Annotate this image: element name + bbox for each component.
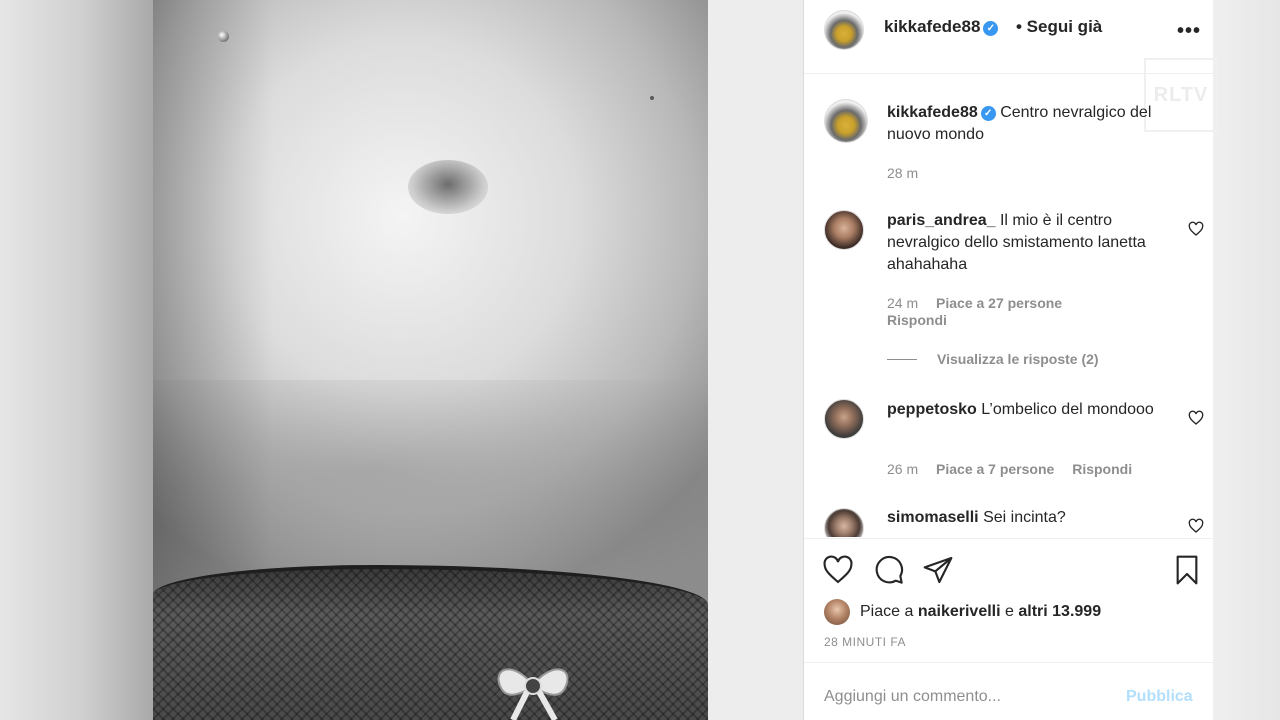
lace-fabric bbox=[153, 565, 708, 720]
add-comment-bar: Aggiungi un commento... Pubblica bbox=[804, 662, 1214, 720]
comment: paris_andrea_ Il mio è il centro nevralg… bbox=[887, 210, 1187, 276]
caption: kikkafede88 ✓ Centro nevralgico del nuovo… bbox=[887, 102, 1187, 146]
author-username[interactable]: kikkafede88 bbox=[884, 17, 980, 36]
comment-icon[interactable] bbox=[873, 554, 905, 586]
caption-username[interactable]: kikkafede88 bbox=[887, 104, 978, 121]
comment: peppetosko L’ombelico del mondooo bbox=[887, 399, 1187, 421]
paper-plane-icon[interactable] bbox=[922, 554, 954, 586]
ellipsis-icon[interactable]: ••• bbox=[1177, 20, 1201, 43]
likes-prefix: Piace a bbox=[860, 603, 914, 620]
replies-divider bbox=[887, 358, 917, 360]
post-time-ago[interactable]: 28 MINUTI FA bbox=[824, 635, 906, 649]
post-sidebar: kikkafede88 ✓ • Segui già ••• RLTV kikkaf… bbox=[803, 0, 1218, 720]
comment-time[interactable]: 24 m bbox=[887, 295, 918, 311]
comment-username[interactable]: peppetosko bbox=[887, 401, 977, 418]
publish-button[interactable]: Pubblica bbox=[1126, 688, 1193, 706]
lace-bow bbox=[497, 668, 569, 720]
comment-username[interactable]: simomaselli bbox=[887, 509, 979, 526]
liker-username[interactable]: naikerivelli bbox=[918, 603, 1001, 621]
caption-avatar[interactable] bbox=[824, 99, 868, 143]
caption-time[interactable]: 28 m bbox=[887, 165, 918, 181]
post-photo bbox=[153, 0, 708, 720]
comment-reply-button[interactable]: Rispondi bbox=[1072, 461, 1132, 477]
comment-like-heart-icon[interactable] bbox=[1188, 518, 1204, 534]
comment-meta: 24 m Piace a 27 persone bbox=[887, 295, 1187, 311]
blurred-backdrop-left bbox=[0, 0, 153, 720]
comment-username[interactable]: paris_andrea_ bbox=[887, 212, 996, 229]
action-bar: Piace a naikerivelli e altri 13.999 28 M… bbox=[804, 538, 1214, 662]
comment-text: L’ombelico del mondooo bbox=[981, 401, 1154, 418]
commenter-avatar[interactable] bbox=[824, 508, 864, 537]
blurred-backdrop-right bbox=[1213, 0, 1280, 720]
add-comment-input[interactable]: Aggiungi un commento... bbox=[824, 688, 1001, 706]
caption-meta: 28 m bbox=[887, 165, 932, 181]
view-replies[interactable]: Visualizza le risposte (2) bbox=[887, 351, 1099, 367]
verified-badge-icon: ✓ bbox=[980, 106, 996, 121]
bookmark-icon[interactable] bbox=[1171, 554, 1203, 586]
comment-text: Sei incinta? bbox=[983, 509, 1066, 526]
comment-reply-wrap: Rispondi bbox=[887, 312, 961, 328]
commenter-avatar[interactable] bbox=[824, 399, 864, 439]
comment-clip: simomaselli Sei incinta? bbox=[804, 500, 1214, 537]
comment-likes[interactable]: Piace a 27 persone bbox=[936, 295, 1062, 311]
piercing bbox=[218, 31, 229, 42]
comment-time[interactable]: 26 m bbox=[887, 461, 918, 477]
likes-middle: e bbox=[1005, 603, 1014, 620]
likes-others[interactable]: altri 13.999 bbox=[1018, 603, 1101, 621]
comment: simomaselli Sei incinta? bbox=[887, 507, 1187, 529]
comment-reply-button[interactable]: Rispondi bbox=[887, 312, 947, 328]
commenter-avatar[interactable] bbox=[824, 210, 864, 250]
heart-icon[interactable] bbox=[822, 554, 854, 586]
comment-meta: 26 m Piace a 7 persone Rispondi bbox=[887, 461, 1197, 477]
navel bbox=[408, 160, 488, 214]
follow-status[interactable]: • Segui già bbox=[1016, 17, 1102, 37]
skin-mark bbox=[650, 96, 654, 100]
comment-like-heart-icon[interactable] bbox=[1188, 410, 1204, 426]
likes-summary: Piace a naikerivelli e altri 13.999 bbox=[824, 599, 1101, 625]
author-avatar[interactable] bbox=[824, 10, 864, 50]
view-replies-label[interactable]: Visualizza le risposte (2) bbox=[937, 351, 1099, 367]
author-name-wrap: kikkafede88 ✓ bbox=[884, 17, 999, 37]
comment-likes[interactable]: Piace a 7 persone bbox=[936, 461, 1054, 477]
comment-like-heart-icon[interactable] bbox=[1188, 221, 1204, 237]
liker-avatar[interactable] bbox=[824, 599, 850, 625]
verified-badge-icon: ✓ bbox=[983, 21, 999, 36]
